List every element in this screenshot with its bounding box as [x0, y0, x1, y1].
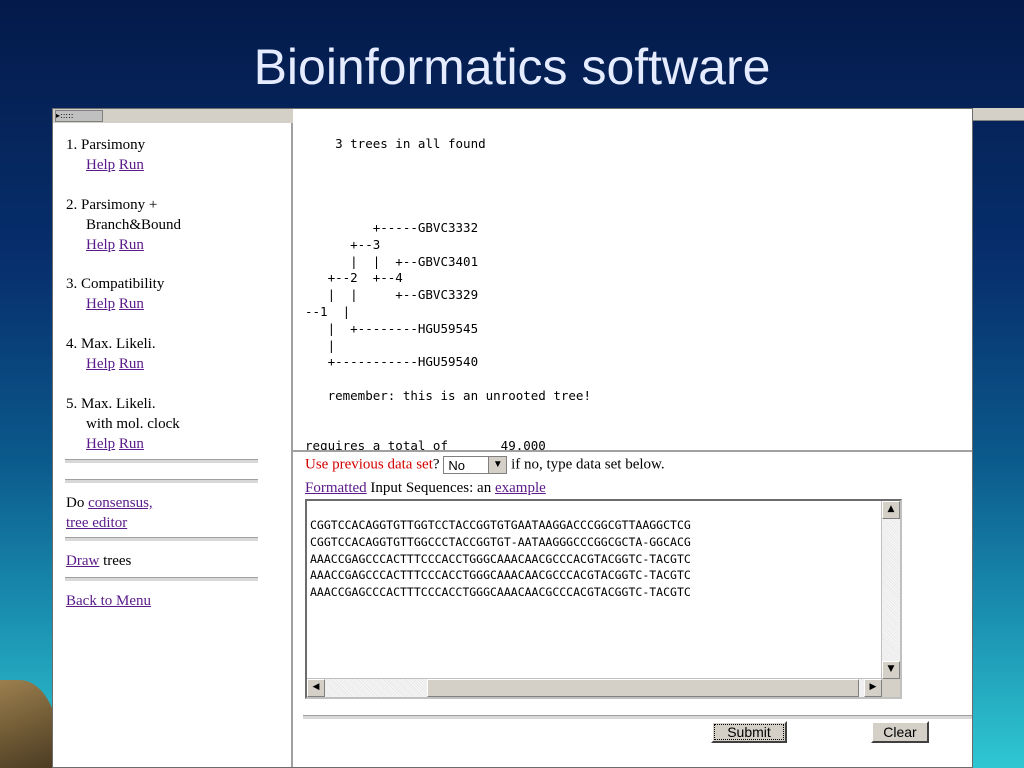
submit-button[interactable]: Submit: [711, 721, 787, 743]
run-link[interactable]: Run: [119, 356, 144, 372]
run-link[interactable]: Run: [119, 296, 144, 312]
run-link[interactable]: Run: [119, 157, 144, 173]
back-to-menu-link[interactable]: Back to Menu: [66, 593, 151, 609]
help-link[interactable]: Help: [86, 237, 115, 253]
draw-suffix: trees: [103, 553, 132, 569]
nav-divider: [65, 459, 258, 464]
nav-divider: [65, 577, 258, 582]
draw-link[interactable]: Draw: [66, 553, 99, 569]
formatted-link[interactable]: Formatted: [305, 480, 367, 496]
consensus-link[interactable]: consensus,: [88, 495, 153, 511]
input-form-frame: Use previous data set? No ▼ if no, type …: [293, 452, 972, 767]
use-previous-label: Use previous data set: [305, 456, 433, 473]
nav-item-second-line: with mol. clock: [86, 416, 180, 432]
output-frame: 3 trees in all found +-----GBVC3332 +--3…: [293, 123, 972, 452]
horizontal-scroll-thumb[interactable]: [427, 679, 859, 697]
nav-item-label: 2. Parsimony +: [66, 197, 158, 213]
tree-editor-link[interactable]: tree editor: [66, 515, 127, 531]
if-no-text: if no, type data set below.: [511, 456, 665, 473]
nav-item-max-likeli-clock: 5. Max. Likeli. with mol. clock Help Run: [66, 394, 180, 454]
clear-button[interactable]: Clear: [871, 721, 929, 743]
form-divider: [303, 715, 972, 720]
help-link[interactable]: Help: [86, 296, 115, 312]
run-link[interactable]: Run: [119, 436, 144, 452]
scroll-right-icon[interactable]: ▶: [864, 679, 882, 697]
help-link[interactable]: Help: [86, 436, 115, 452]
example-link[interactable]: example: [495, 480, 546, 496]
scrollbar-corner: [882, 679, 900, 697]
nav-consensus-block: Do consensus, tree editor: [66, 493, 153, 533]
nav-item-label: 4. Max. Likeli.: [66, 336, 156, 352]
hill-decoration: [0, 680, 60, 768]
outer-scrollbar[interactable]: [973, 108, 1024, 121]
previous-data-row: Use previous data set? No ▼ if no, type …: [305, 456, 665, 474]
nav-item-parsimony-bb: 2. Parsimony + Branch&Bound Help Run: [66, 195, 181, 255]
scroll-down-icon[interactable]: ▼: [882, 661, 900, 679]
browser-frame: ▸::::: 1. Parsimony Help Run 2. Parsimon…: [52, 108, 973, 768]
question-mark: ?: [432, 456, 440, 473]
nav-frame: 1. Parsimony Help Run 2. Parsimony + Bra…: [53, 123, 293, 767]
help-link[interactable]: Help: [86, 356, 115, 372]
slide-title: Bioinformatics software: [253, 39, 771, 95]
horizontal-scrollbar[interactable]: ◀ ▶: [307, 678, 882, 697]
scroll-left-icon[interactable]: ◀: [307, 679, 325, 697]
frame-resize-icon[interactable]: ▸:::::: [55, 110, 103, 122]
nav-back-block: Back to Menu: [66, 591, 151, 611]
nav-item-max-likeli: 4. Max. Likeli. Help Run: [66, 334, 156, 374]
frame-tab-bar: ▸:::::: [53, 109, 293, 124]
nav-item-label: 3. Compatibility: [66, 276, 165, 292]
sequence-textarea[interactable]: CGGTCCACAGGTGTTGGTCCTACCGGTGTGAATAAGGACC…: [305, 499, 902, 699]
nav-item-compatibility: 3. Compatibility Help Run: [66, 274, 164, 314]
nav-divider: [65, 479, 258, 484]
nav-item-label: 5. Max. Likeli.: [66, 396, 156, 412]
nav-item-second-line: Branch&Bound: [86, 217, 181, 233]
scroll-up-icon[interactable]: ▲: [882, 501, 900, 519]
chevron-down-icon[interactable]: ▼: [488, 457, 507, 473]
nav-divider: [65, 537, 258, 542]
input-sequences-row: Formatted Input Sequences: an example: [305, 480, 546, 497]
do-label: Do: [66, 495, 85, 511]
tree-output-text: 3 trees in all found +-----GBVC3332 +--3…: [305, 136, 591, 452]
help-link[interactable]: Help: [86, 157, 115, 173]
vertical-scrollbar[interactable]: ▲ ▼: [881, 501, 900, 679]
input-sequences-label: Input Sequences: an: [366, 480, 495, 496]
nav-item-parsimony: 1. Parsimony Help Run: [66, 135, 145, 175]
run-link[interactable]: Run: [119, 237, 144, 253]
previous-data-select[interactable]: No ▼: [443, 456, 508, 474]
select-value: No: [448, 458, 465, 473]
sequence-text: CGGTCCACAGGTGTTGGTCCTACCGGTGTGAATAAGGACC…: [310, 518, 691, 600]
nav-draw-block: Draw trees: [66, 551, 131, 571]
top-strip: [293, 109, 972, 124]
nav-item-label: 1. Parsimony: [66, 137, 146, 153]
